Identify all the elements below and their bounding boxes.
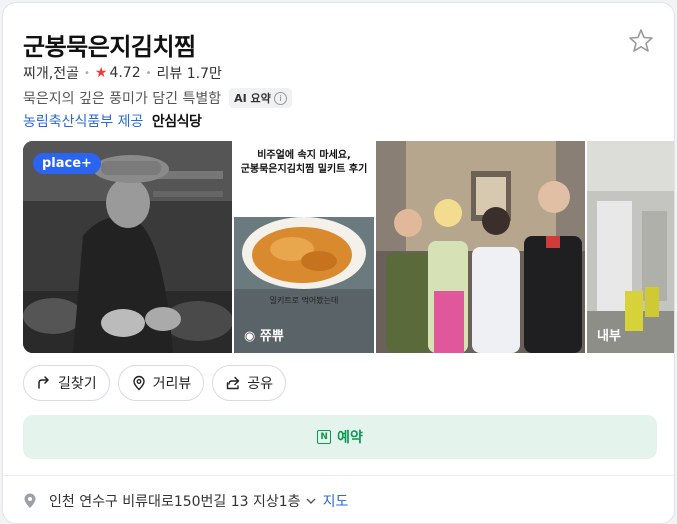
review-count[interactable]: 리뷰 1.7만: [157, 63, 222, 83]
reserve-button[interactable]: N 예약: [23, 415, 657, 459]
provider-line: 농림축산식품부 제공 안심식당: [23, 111, 202, 131]
poster-headline-1: 비주얼에 속지 마세요,: [257, 150, 351, 161]
description-text: 묵은지의 깊은 풍미가 담긴 특별함: [23, 91, 222, 107]
street-view-label: 거리뷰: [152, 376, 192, 392]
author-avatar-icon: ◉: [244, 329, 256, 344]
action-bar: 길찾기 거리뷰 공유: [23, 365, 294, 401]
photo-review-poster[interactable]: 비주얼에 속지 마세요, 군봉묵은지김치찜 밀키트 후기 밀키트로 먹어봤는데 …: [234, 141, 374, 353]
rating-value: 4.72: [109, 65, 141, 81]
directions-label: 길찾기: [58, 376, 97, 392]
bookmark-star-icon[interactable]: [627, 27, 655, 55]
street-view-button[interactable]: 거리뷰: [117, 365, 205, 401]
photo-gallery[interactable]: place+ 비주얼에 속지 마세요, 군봉묵은지김치찜 밀키트 후기 밀키트로…: [23, 141, 674, 353]
category-label: 찌개,전골: [23, 66, 79, 82]
directions-arrow-icon: [38, 376, 49, 389]
separator-dot: •: [145, 67, 152, 79]
address-row: 인천 연수구 비류대로150번길 13 지상1층 지도: [23, 491, 348, 511]
place-title[interactable]: 군봉묵은지김치찜: [23, 27, 196, 62]
rating-star-icon: ★: [94, 65, 108, 81]
place-card: 군봉묵은지김치찜 찌개,전골 • ★ 4.72 • 리뷰 1.7만 묵은지의 깊…: [2, 2, 675, 524]
photo-group[interactable]: [376, 141, 585, 353]
share-label: 공유: [247, 376, 274, 392]
poster-caption: 밀키트로 먹어봤는데: [269, 296, 339, 305]
map-pin-icon: [24, 493, 36, 508]
divider: [3, 475, 674, 476]
chevron-down-icon[interactable]: [305, 495, 317, 507]
reserve-label: 예약: [337, 430, 363, 446]
ai-summary-badge[interactable]: AI 요약 i: [229, 88, 292, 108]
directions-button[interactable]: 길찾기: [23, 365, 110, 401]
photo-interior[interactable]: 내부: [587, 141, 674, 353]
info-icon[interactable]: i: [273, 91, 287, 105]
photo-chef[interactable]: place+: [23, 141, 232, 353]
place-plus-badge: place+: [33, 153, 101, 174]
share-button[interactable]: 공유: [212, 365, 287, 401]
poster-author: ◉ 쮸쀼: [244, 329, 284, 344]
separator-dot: •: [83, 67, 90, 79]
naver-booking-icon: N: [317, 430, 332, 444]
address-text: 인천 연수구 비류대로150번길 13 지상1층: [49, 494, 301, 510]
map-link[interactable]: 지도: [323, 491, 349, 511]
ai-summary-label: AI 요약: [234, 92, 271, 105]
share-icon: [227, 376, 240, 390]
poster-headline: 비주얼에 속지 마세요, 군봉묵은지김치찜 밀키트 후기: [234, 149, 374, 177]
poster-headline-2: 군봉묵은지김치찜 밀키트 후기: [240, 164, 368, 175]
place-description: 묵은지의 깊은 풍미가 담긴 특별함 AI 요약 i: [23, 88, 292, 108]
interior-label: 내부: [597, 329, 621, 344]
place-meta: 찌개,전골 • ★ 4.72 • 리뷰 1.7만: [23, 63, 222, 83]
certification-badge: 안심식당: [151, 114, 202, 130]
provider-link[interactable]: 농림축산식품부 제공: [23, 114, 143, 130]
location-pin-icon: [132, 375, 145, 391]
